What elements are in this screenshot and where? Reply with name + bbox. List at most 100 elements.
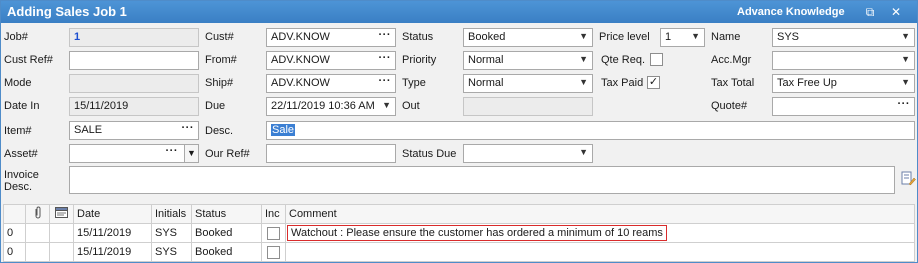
note-icon [55,207,68,218]
our-ref-field[interactable] [266,144,396,163]
table-row[interactable]: 0 15/11/2019 SYS Booked [3,242,915,262]
row-initials: SYS [151,242,192,262]
window-title: Adding Sales Job 1 [7,4,127,19]
col-header-initials[interactable]: Initials [151,204,192,224]
tax-total-dropdown-icon[interactable]: ▼ [901,77,910,87]
row-inc-checkbox[interactable] [267,246,280,259]
row-comment-cell[interactable] [285,242,915,262]
row-comment-cell[interactable]: Watchout : Please ensure the customer ha… [285,223,915,243]
restore-window-button[interactable]: ⧉ [862,4,878,20]
cust-label: Cust# [205,31,234,43]
row-note-cell [49,223,74,243]
col-header-note[interactable] [49,204,74,224]
status-select[interactable]: Booked ▼ [463,28,593,47]
quote-label: Quote# [711,100,748,112]
name-dropdown-icon[interactable]: ▼ [901,31,910,41]
due-label: Due [205,100,226,112]
asset-dropdown-icon[interactable]: ▼ [184,145,198,162]
status-due-select[interactable]: ▼ [463,144,593,163]
asset-label: Asset# [4,148,38,160]
acc-mgr-select[interactable]: ▼ [772,51,915,70]
name-select[interactable]: SYS ▼ [772,28,915,47]
row-date: 15/11/2019 [73,223,152,243]
from-label: From# [205,54,237,66]
tax-paid-checkbox[interactable]: ✓ [647,76,660,89]
cust-field[interactable]: ADV.KNOW ··· [266,28,396,47]
status-dropdown-icon[interactable]: ▼ [579,31,588,41]
close-window-button[interactable]: ✕ [888,4,904,20]
price-level-dropdown-icon[interactable]: ▼ [691,31,700,41]
acc-mgr-dropdown-icon[interactable]: ▼ [901,54,910,64]
row-attachment-cell [25,223,50,243]
cust-lookup-icon[interactable]: ··· [379,29,392,41]
name-value: SYS [777,31,800,43]
mode-label: Mode [4,77,32,89]
item-value: SALE [74,124,103,136]
close-icon: ✕ [890,5,902,19]
name-label: Name [711,31,741,43]
due-dropdown-icon[interactable]: ▼ [382,100,391,110]
tax-paid-label: Tax Paid [601,77,644,89]
row-inc-cell [261,223,286,243]
row-num: 0 [3,223,26,243]
priority-label: Priority [402,54,437,66]
status-value: Booked [468,31,506,43]
quote-field[interactable]: ··· [772,97,915,116]
ship-field[interactable]: ADV.KNOW ··· [266,74,396,93]
ship-lookup-icon[interactable]: ··· [379,75,392,87]
ship-value: ADV.KNOW [271,77,330,89]
priority-select[interactable]: Normal ▼ [463,51,593,70]
our-ref-label: Our Ref# [205,148,250,160]
restore-icon: ⧉ [865,5,875,19]
row-attachment-cell [25,242,50,262]
col-header-date[interactable]: Date [73,204,152,224]
qte-req-label: Qte Req. [601,54,646,66]
from-lookup-icon[interactable]: ··· [379,52,392,64]
asset-field[interactable]: ··· ▼ [69,144,199,163]
out-label: Out [402,100,420,112]
row-initials: SYS [151,223,192,243]
quote-lookup-icon[interactable]: ··· [898,98,911,110]
tax-total-select[interactable]: Tax Free Up ▼ [772,74,915,93]
table-row[interactable]: 0 15/11/2019 SYS Booked Watchout : Pleas… [3,223,915,243]
due-value: 22/11/2019 10:36 AM [271,100,375,112]
priority-dropdown-icon[interactable]: ▼ [579,54,588,64]
item-field[interactable]: SALE ··· [69,121,199,140]
item-lookup-icon[interactable]: ··· [182,122,195,134]
col-header-comment[interactable]: Comment [285,204,915,224]
desc-label: Desc. [205,125,234,137]
job-number-value: 1 [74,31,81,43]
item-label: Item# [4,125,32,137]
ship-label: Ship# [205,77,234,89]
from-field[interactable]: ADV.KNOW ··· [266,51,396,70]
col-header-attachment[interactable] [25,204,50,224]
cust-value: ADV.KNOW [271,31,330,43]
col-header-inc[interactable]: Inc [261,204,286,224]
type-label: Type [402,77,426,89]
check-icon: ✓ [648,76,659,88]
type-dropdown-icon[interactable]: ▼ [579,77,588,87]
type-select[interactable]: Normal ▼ [463,74,593,93]
title-bar: Adding Sales Job 1 Advance Knowledge ⧉ ✕ [1,1,917,23]
invoice-desc-field[interactable] [69,166,895,194]
desc-field[interactable]: Sale [266,121,915,140]
grid-header-row: Date Initials Status Inc Comment [3,204,915,224]
row-inc-checkbox[interactable] [267,227,280,240]
date-in-field: 15/11/2019 [69,97,199,116]
row-status: Booked [191,242,262,262]
col-header-status[interactable]: Status [191,204,262,224]
price-level-label: Price level [599,31,650,43]
due-field[interactable]: 22/11/2019 10:36 AM ▼ [266,97,396,116]
row-inc-cell [261,242,286,262]
asset-lookup-icon[interactable]: ··· [166,145,179,157]
job-label: Job# [4,31,28,43]
qte-req-checkbox[interactable] [650,53,663,66]
status-history-grid: Date Initials Status Inc Comment 0 15/11… [3,204,915,262]
row-num: 0 [3,242,26,262]
mode-field [69,74,199,93]
invoice-desc-label: Invoice Desc. [4,169,39,193]
cust-ref-field[interactable] [69,51,199,70]
price-level-select[interactable]: 1 ▼ [660,28,705,47]
status-due-dropdown-icon[interactable]: ▼ [579,147,588,157]
edit-document-icon[interactable] [901,171,916,186]
